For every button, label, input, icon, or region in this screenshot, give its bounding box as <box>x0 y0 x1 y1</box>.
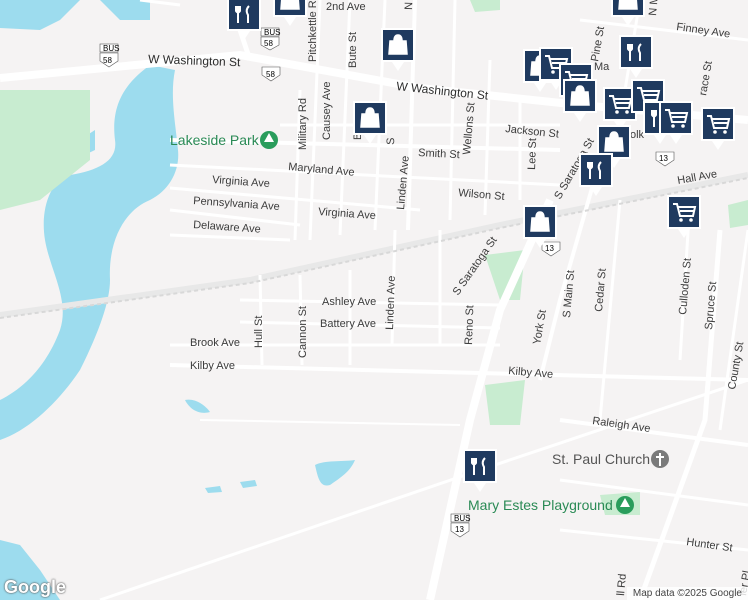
shopping-bag-icon[interactable] <box>273 0 307 26</box>
map-attribution[interactable]: Map data ©2025 Google <box>626 587 748 600</box>
marker-layer <box>227 0 735 492</box>
map-canvas[interactable]: 2nd Ave W Washington St W Washington St … <box>0 0 748 600</box>
shopping-bag-icon[interactable] <box>381 28 415 71</box>
shopping-bag-icon[interactable] <box>523 205 557 248</box>
restaurant-icon[interactable] <box>619 35 653 78</box>
google-logo: Google <box>4 577 66 597</box>
shopping-cart-icon[interactable] <box>667 195 701 238</box>
shopping-bag-icon[interactable] <box>563 79 597 122</box>
shopping-bag-icon[interactable] <box>611 0 645 26</box>
restaurant-icon[interactable] <box>463 449 497 492</box>
shopping-bag-icon[interactable] <box>353 101 387 144</box>
restaurant-icon[interactable] <box>579 153 613 196</box>
restaurant-icon[interactable] <box>227 0 261 40</box>
shopping-cart-icon[interactable] <box>701 107 735 150</box>
